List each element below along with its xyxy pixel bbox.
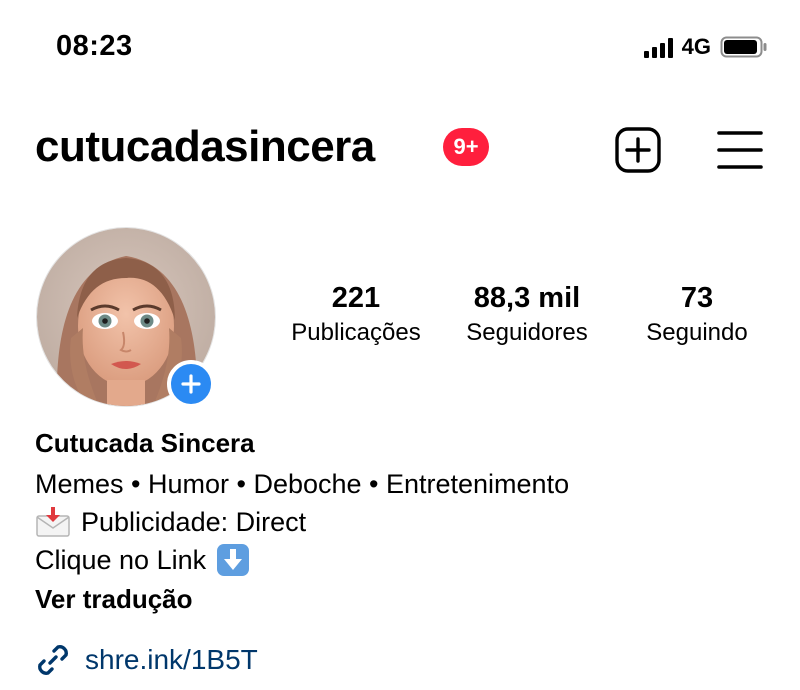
display-name: Cutucada Sincera [35, 428, 255, 458]
following-label: Seguindo [646, 319, 748, 346]
bio-external-link[interactable]: shre.ink/1B5T [35, 642, 258, 678]
see-translation-button[interactable]: Ver tradução [35, 584, 193, 615]
notification-badge[interactable]: 9+ [443, 128, 489, 166]
stat-posts[interactable]: 221 Publicações [280, 280, 432, 348]
bio-ads-text: Publicidade: Direct [81, 507, 307, 537]
incoming-envelope-icon [36, 507, 70, 537]
bio-link-text: shre.ink/1B5T [85, 644, 258, 675]
status-indicators: 4G [643, 34, 768, 60]
followers-count: 88,3 mil [473, 282, 581, 314]
plus-icon [181, 374, 201, 394]
status-time: 08:23 [56, 30, 133, 62]
down-arrow-icon [217, 544, 250, 576]
bio-ads-line: Publicidade: Direct [35, 505, 306, 539]
following-count: 73 [680, 282, 714, 314]
hamburger-menu-icon[interactable] [716, 128, 764, 172]
bio-categories: Memes • Humor • Deboche • Entretenimento [35, 469, 570, 499]
bio-link-hint: Clique no Link [35, 543, 250, 577]
add-story-button[interactable] [167, 360, 215, 408]
link-icon [38, 645, 68, 675]
posts-label: Publicações [291, 319, 421, 346]
stat-followers[interactable]: 88,3 mil Seguidores [450, 280, 604, 348]
followers-label: Seguidores [466, 319, 588, 346]
profile-screen: 08:23 4G cutucadasincera 9+ 221 Publicaç… [0, 0, 800, 690]
network-type: 4G [681, 34, 711, 59]
create-post-button[interactable] [614, 126, 662, 174]
posts-count: 221 [331, 282, 381, 314]
signal-icon [643, 36, 673, 58]
bio-link-hint-text: Clique no Link [35, 545, 207, 575]
stat-following[interactable]: 73 Seguindo [630, 280, 764, 348]
battery-icon [720, 36, 767, 58]
profile-username[interactable]: cutucadasincera [35, 122, 375, 172]
